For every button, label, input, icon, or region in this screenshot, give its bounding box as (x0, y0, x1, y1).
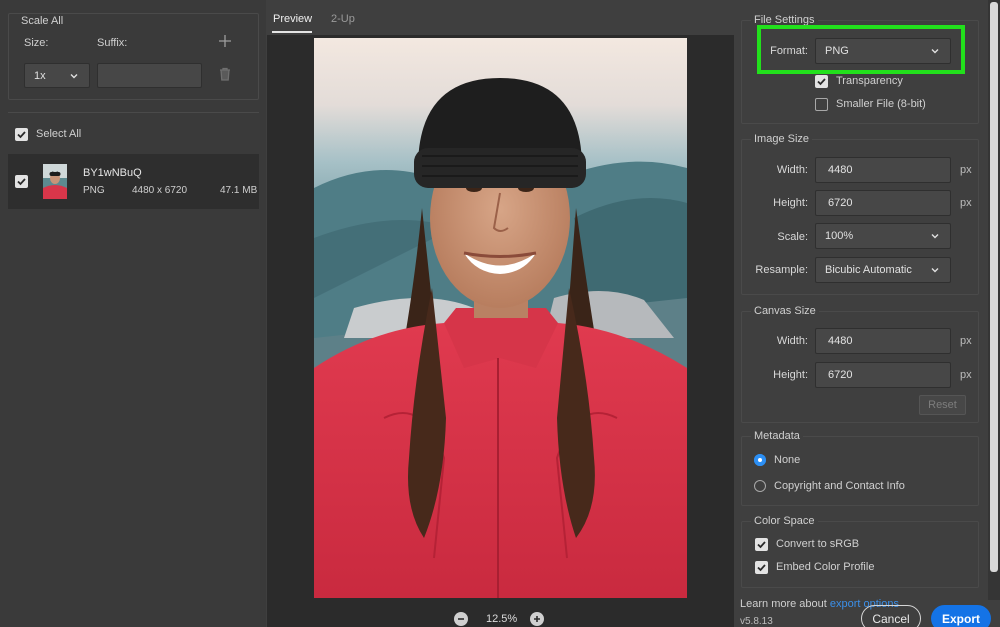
select-all-checkbox[interactable] (15, 128, 28, 141)
resample-select-value: Bicubic Automatic (825, 264, 912, 276)
zoom-level: 12.5% (486, 613, 518, 625)
zoom-in-icon[interactable] (530, 612, 544, 626)
metadata-none-radio[interactable] (754, 454, 766, 466)
canvas-width-unit: px (960, 335, 972, 347)
size-label: Size: (24, 37, 49, 49)
select-all-label: Select All (36, 128, 82, 140)
export-button[interactable]: Export (931, 605, 991, 627)
convert-srgb-checkbox[interactable] (755, 538, 768, 551)
checkmark-icon (757, 564, 766, 572)
chevron-down-icon (931, 234, 939, 239)
tab-preview[interactable]: Preview (273, 13, 312, 25)
image-height-label: Height: (773, 197, 808, 209)
asset-thumbnail (43, 164, 67, 199)
suffix-label: Suffix: (97, 37, 128, 49)
image-height-input[interactable]: 6720 (815, 190, 951, 216)
smaller-file-label: Smaller File (8-bit) (836, 98, 926, 110)
smaller-file-checkbox[interactable] (815, 98, 828, 111)
format-select[interactable]: PNG (815, 38, 951, 64)
resample-select[interactable]: Bicubic Automatic (815, 257, 951, 283)
reset-button[interactable]: Reset (919, 395, 966, 415)
canvas-height-label: Height: (773, 369, 808, 381)
chevron-down-icon (70, 73, 78, 78)
canvas-width-label: Width: (776, 335, 808, 347)
asset-filesize: 47.1 MB (220, 185, 258, 196)
learn-more-prefix: Learn more about (740, 598, 830, 610)
image-width-label: Width: (776, 164, 808, 176)
zoom-out-icon[interactable] (454, 612, 468, 626)
embed-profile-checkbox[interactable] (755, 561, 768, 574)
cancel-button[interactable]: Cancel (861, 605, 921, 627)
metadata-title: Metadata (751, 430, 803, 442)
transparency-label: Transparency (836, 75, 903, 87)
canvas-width-input[interactable]: 4480 (815, 328, 951, 354)
checkmark-icon (757, 541, 766, 549)
divider (8, 112, 259, 113)
asset-dimensions: 4480 x 6720 (132, 185, 188, 196)
image-size-title: Image Size (751, 133, 813, 145)
scale-select[interactable]: 100% (815, 223, 951, 249)
embed-profile-label: Embed Color Profile (776, 561, 875, 573)
chevron-down-icon (931, 49, 939, 54)
tab-2up[interactable]: 2-Up (331, 13, 355, 25)
checkmark-icon (17, 178, 26, 186)
size-select[interactable]: 1x (24, 63, 90, 88)
canvas-size-title: Canvas Size (751, 305, 819, 317)
metadata-copyright-radio[interactable] (754, 480, 766, 492)
convert-srgb-label: Convert to sRGB (776, 538, 860, 550)
format-select-value: PNG (825, 45, 849, 57)
version-label: v5.8.13 (740, 616, 773, 627)
scale-select-value: 100% (825, 230, 854, 242)
transparency-checkbox[interactable] (815, 75, 828, 88)
image-width-input[interactable]: 4480 (815, 157, 951, 183)
active-tab-indicator (272, 31, 312, 33)
canvas-height-unit: px (960, 369, 972, 381)
trash-icon[interactable] (218, 66, 232, 82)
metadata-group (741, 436, 979, 506)
image-width-unit: px (960, 164, 972, 176)
asset-name: BY1wNBuQ (83, 167, 142, 179)
scale-label: Scale: (777, 231, 808, 243)
format-label: Format: (770, 45, 808, 57)
scrollbar-thumb[interactable] (990, 2, 998, 572)
color-space-group (741, 521, 979, 588)
color-space-title: Color Space (751, 515, 818, 527)
image-height-unit: px (960, 197, 972, 209)
preview-image (314, 38, 687, 598)
add-scale-icon[interactable] (218, 34, 232, 48)
checkmark-icon (17, 131, 26, 139)
scale-all-title: Scale All (18, 15, 67, 27)
metadata-none-label: None (774, 454, 801, 466)
suffix-input[interactable] (97, 63, 202, 88)
scrollbar-track[interactable] (988, 0, 1000, 600)
size-select-value: 1x (34, 69, 46, 82)
canvas-height-input[interactable]: 6720 (815, 362, 951, 388)
metadata-copyright-label: Copyright and Contact Info (774, 480, 905, 492)
resample-label: Resample: (755, 264, 808, 276)
chevron-down-icon (931, 268, 939, 273)
asset-checkbox[interactable] (15, 175, 28, 188)
asset-format: PNG (83, 185, 105, 196)
checkmark-icon (817, 78, 826, 86)
